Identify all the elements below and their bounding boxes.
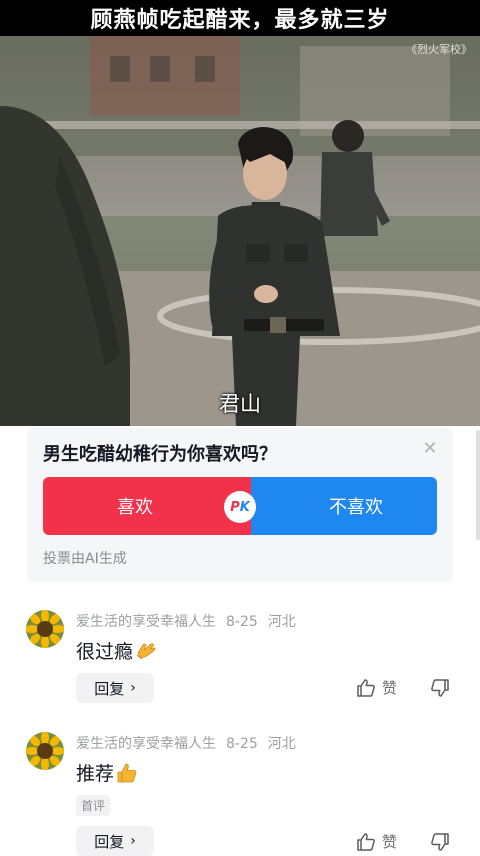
- comment-username[interactable]: 爱生活的享受幸福人生: [76, 736, 216, 752]
- reply-label: 回复: [94, 679, 125, 698]
- comment-date: 8-25: [226, 736, 258, 752]
- video-subtitle: 君山: [219, 392, 261, 416]
- reply-label: 回复: [94, 832, 125, 851]
- video-frame[interactable]: 顾燕帧吃起醋来，最多就三岁 《烈火军校》 君山: [0, 0, 480, 426]
- chevron-right-icon: ›: [130, 680, 136, 696]
- comment-text: 推荐: [76, 763, 115, 785]
- comment-date: 8-25: [226, 614, 258, 630]
- poll-option-dislike-label: 不喜欢: [329, 497, 383, 518]
- dislike-button[interactable]: [430, 832, 450, 856]
- pk-badge-k: K: [239, 499, 250, 515]
- poll-footer: 投票由AI生成: [43, 551, 127, 567]
- video-title: 顾燕帧吃起醋来，最多就三岁: [90, 8, 390, 33]
- like-button[interactable]: 赞: [356, 831, 397, 852]
- comment-username[interactable]: 爱生活的享受幸福人生: [76, 614, 216, 630]
- reply-button[interactable]: 回复 ›: [76, 826, 154, 856]
- reply-button[interactable]: 回复 ›: [76, 673, 154, 703]
- comment-meta: 爱生活的享受幸福人生 8-25 河北: [76, 733, 296, 753]
- clapping-hand-icon: [136, 642, 156, 659]
- first-comment-badge: 首评: [76, 795, 111, 816]
- pk-badge: PK: [224, 491, 256, 523]
- comment-location: 河北: [267, 614, 296, 630]
- thumbs-down-outline-icon: [431, 679, 449, 697]
- poll-question: 男生吃醋幼稚行为你喜欢吗？: [43, 444, 277, 465]
- comment-meta: 爱生活的享受幸福人生 8-25 河北: [76, 611, 296, 631]
- poll-option-like-label: 喜欢: [117, 497, 153, 518]
- avatar[interactable]: [26, 732, 64, 770]
- thumbs-up-outline-icon: [357, 678, 375, 697]
- avatar[interactable]: [26, 610, 64, 648]
- sunflower-avatar-icon: [26, 610, 64, 648]
- thumbs-down-outline-icon: [431, 833, 449, 851]
- sunflower-avatar-icon: [26, 732, 64, 770]
- chevron-right-icon: ›: [130, 833, 136, 849]
- close-icon[interactable]: ✕: [421, 440, 439, 458]
- poll-option-like[interactable]: 喜欢: [43, 477, 251, 535]
- video-scene: [0, 36, 480, 426]
- thumbs-up-outline-icon: [357, 832, 375, 851]
- comment-text-row: 推荐: [76, 759, 139, 786]
- poll-option-dislike[interactable]: 不喜欢: [251, 477, 437, 535]
- comment-text: 很过瘾: [76, 641, 134, 663]
- pk-badge-p: P: [230, 499, 240, 515]
- like-button[interactable]: 赞: [356, 677, 397, 698]
- comment-location: 河北: [267, 736, 296, 752]
- like-label: 赞: [382, 833, 398, 851]
- dislike-button[interactable]: [430, 678, 450, 702]
- scrollbar[interactable]: [476, 430, 480, 540]
- video-watermark: 《烈火军校》: [406, 43, 472, 56]
- comment-text-row: 很过瘾: [76, 637, 158, 664]
- poll-card: 男生吃醋幼稚行为你喜欢吗？ ✕ 喜欢 不喜欢 PK 投票由AI生成: [27, 428, 453, 582]
- thumbs-up-icon: [117, 763, 137, 782]
- video-title-bar: 顾燕帧吃起醋来，最多就三岁: [0, 0, 480, 36]
- like-label: 赞: [382, 679, 398, 697]
